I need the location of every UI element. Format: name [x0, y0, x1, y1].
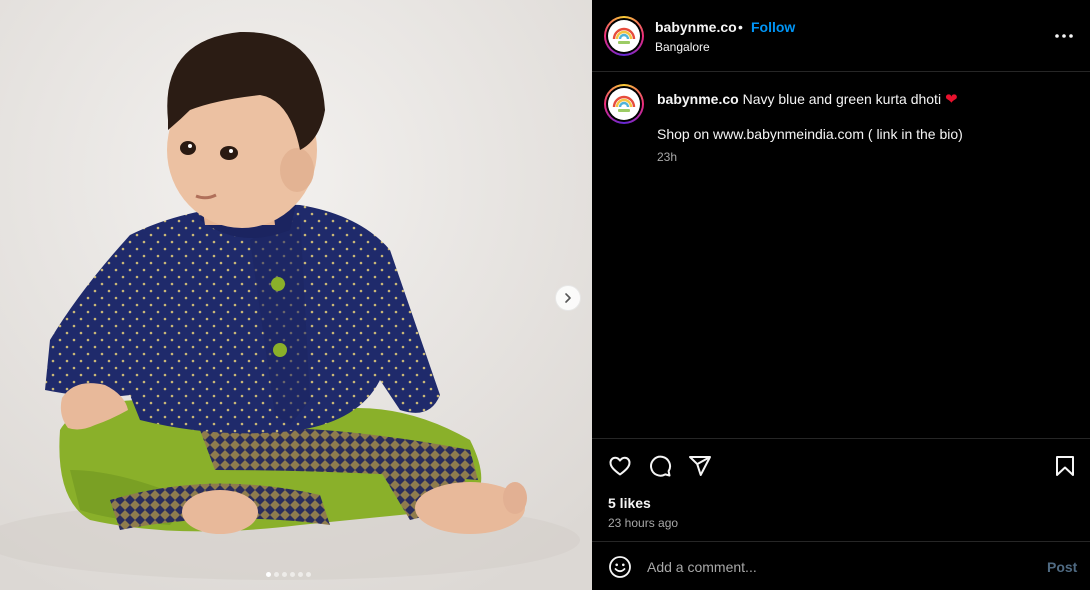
heart-icon [609, 456, 631, 476]
like-button[interactable] [607, 453, 633, 479]
caption-shop-line: Shop on www.babynmeindia.com ( link in t… [657, 126, 963, 142]
slide-dot [306, 572, 311, 577]
rainbow-logo-icon [612, 27, 636, 44]
follow-button[interactable]: Follow [751, 19, 795, 35]
share-button[interactable] [687, 453, 713, 479]
slide-dot [282, 572, 287, 577]
caption-avatar[interactable] [604, 84, 644, 124]
caption-body: Navy blue and green kurta dhoti [742, 91, 942, 107]
post-header: babynme.co • Follow Bangalore [592, 0, 1090, 72]
post-actions: 5 likes 23 hours ago [592, 438, 1090, 542]
likes-count[interactable]: 5 likes [608, 495, 651, 511]
slide-dot [274, 572, 279, 577]
post-media[interactable] [0, 0, 592, 590]
next-slide-button[interactable] [555, 285, 581, 311]
slide-indicator [266, 572, 311, 577]
avatar[interactable] [604, 16, 644, 56]
bookmark-icon [1056, 456, 1074, 476]
caption-timestamp[interactable]: 23h [657, 150, 677, 164]
slide-dot [266, 572, 271, 577]
post-photo [0, 0, 592, 590]
caption-text: babynme.co Navy blue and green kurta dho… [657, 90, 958, 108]
comment-input[interactable] [647, 556, 1027, 578]
post-details-panel: babynme.co • Follow Bangalore babynme.co… [592, 0, 1090, 590]
comment-button[interactable] [647, 453, 673, 479]
slide-dot [290, 572, 295, 577]
separator-dot: • [738, 19, 743, 35]
heart-emoji: ❤ [944, 91, 958, 108]
caption-section: babynme.co Navy blue and green kurta dho… [592, 72, 1090, 438]
comment-form: Post [592, 542, 1090, 590]
emoji-icon[interactable] [608, 555, 632, 579]
caption-username[interactable]: babynme.co [657, 91, 739, 107]
more-horizontal-icon [1055, 34, 1073, 38]
rainbow-logo-icon [612, 95, 636, 112]
comment-icon [650, 455, 672, 477]
share-icon [689, 456, 711, 476]
post-location[interactable]: Bangalore [655, 40, 710, 54]
chevron-right-icon [565, 293, 571, 303]
author-username[interactable]: babynme.co [655, 19, 737, 35]
more-options-button[interactable] [1052, 26, 1076, 46]
post-comment-button[interactable]: Post [1047, 559, 1077, 575]
post-time[interactable]: 23 hours ago [608, 516, 678, 530]
save-button[interactable] [1052, 453, 1078, 479]
slide-dot [298, 572, 303, 577]
